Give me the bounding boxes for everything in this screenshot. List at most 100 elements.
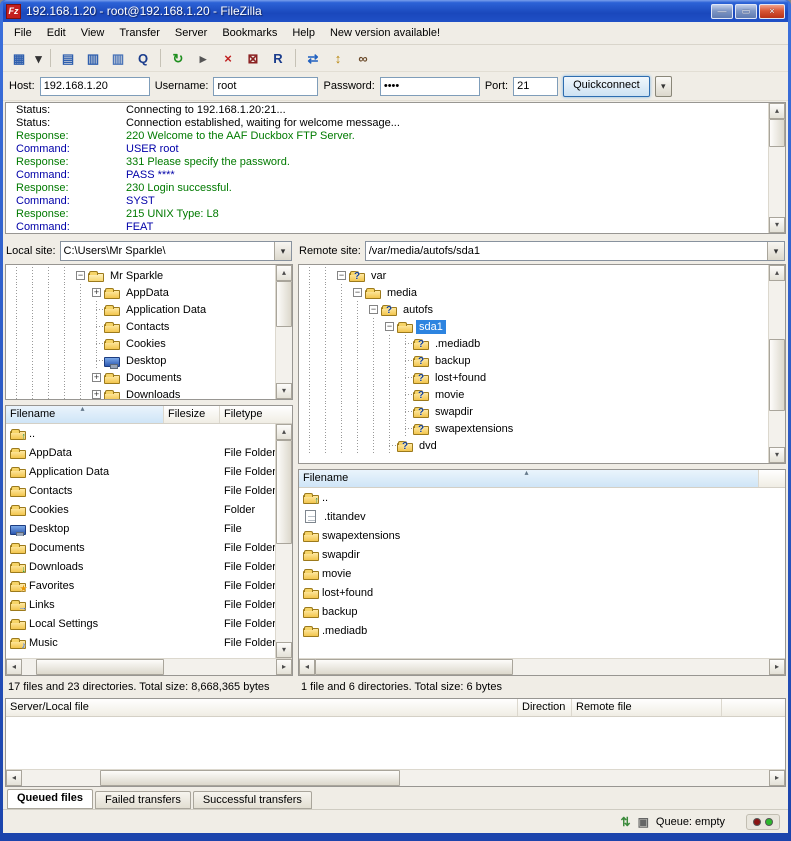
directory-comparison-status-icon[interactable]: ▣ [638,815,649,829]
queue-hscrollbar[interactable] [6,769,785,786]
toggle-transfer-queue-button[interactable]: Q [131,47,155,69]
collapse-icon[interactable] [337,271,346,280]
process-queue-button[interactable]: ▸ [191,47,215,69]
local-tree-item-cookies[interactable]: Cookies [8,335,274,352]
scroll-right-button[interactable] [769,659,785,675]
local-file-row-music[interactable]: MusicFile Folder [6,633,292,652]
column-header-remote-file[interactable]: Remote file [572,699,722,716]
collapse-icon[interactable] [385,322,394,331]
minimize-button[interactable]: — [711,4,733,19]
local-file-row-local-settings[interactable]: Local SettingsFile Folder [6,614,292,633]
remote-file-row-movie[interactable]: movie [299,564,785,583]
local-file-row-application-data[interactable]: Application DataFile Folder [6,462,292,481]
remote-tree-item-lost-found[interactable]: lost+found [301,369,767,386]
expand-icon[interactable] [92,373,101,382]
expand-icon[interactable] [92,288,101,297]
remote-tree-item-var[interactable]: var [301,267,767,284]
menu-item-view[interactable]: View [74,24,112,42]
password-input[interactable] [380,77,480,96]
collapse-icon[interactable] [76,271,85,280]
site-manager-button[interactable]: ▦ [7,47,31,69]
local-file-row-appdata[interactable]: AppDataFile Folder [6,443,292,462]
local-tree-scrollbar[interactable] [275,265,292,399]
expand-icon[interactable] [92,390,101,399]
scroll-thumb[interactable] [276,281,292,327]
scroll-track[interactable] [276,281,292,383]
column-header-filename[interactable]: Filename [6,406,164,423]
local-site-combo[interactable] [60,241,292,261]
menu-item-server[interactable]: Server [168,24,214,42]
local-file-row-favorites[interactable]: FavoritesFile Folder [6,576,292,595]
scroll-right-button[interactable] [769,770,785,786]
local-tree-item-documents[interactable]: Documents [8,369,274,386]
scroll-track[interactable] [315,659,769,675]
scroll-down-button[interactable] [276,383,292,399]
scroll-down-button[interactable] [769,217,785,233]
maximize-button[interactable]: ▭ [735,4,757,19]
column-header-filetype[interactable]: Filetype [220,406,292,423]
menu-item-file[interactable]: File [7,24,39,42]
scroll-thumb[interactable] [36,659,164,675]
scroll-track[interactable] [769,119,785,217]
column-header-direction[interactable]: Direction [518,699,572,716]
disconnect-button[interactable]: ⊠ [241,47,265,69]
remote-file-row-[interactable]: .. [299,488,785,507]
local-tree-item-contacts[interactable]: Contacts [8,318,274,335]
scroll-up-button[interactable] [276,424,292,440]
local-file-row-contacts[interactable]: ContactsFile Folder [6,481,292,500]
reconnect-button[interactable]: R [266,47,290,69]
scroll-thumb[interactable] [769,119,785,147]
remote-tree-item-movie[interactable]: movie [301,386,767,403]
site-manager-dropdown-button[interactable]: ▾ [32,47,45,69]
collapse-icon[interactable] [369,305,378,314]
local-list-hscrollbar[interactable] [6,658,292,675]
menu-item-help[interactable]: Help [285,24,322,42]
scroll-track[interactable] [769,281,785,447]
remote-tree-item-swapdir[interactable]: swapdir [301,403,767,420]
find-files-button[interactable]: ∞ [351,47,375,69]
column-header-filesize[interactable]: Filesize [164,406,220,423]
toggle-message-log-button[interactable]: ▤ [56,47,80,69]
collapse-icon[interactable] [353,288,362,297]
remote-tree-item-dvd[interactable]: dvd [301,437,767,454]
tab-successful-transfers[interactable]: Successful transfers [193,791,312,809]
tab-queued-files[interactable]: Queued files [7,789,93,809]
local-list-scrollbar[interactable] [275,424,292,658]
tab-failed-transfers[interactable]: Failed transfers [95,791,191,809]
synchronized-browsing-button[interactable]: ↕ [326,47,350,69]
toggle-remote-tree-button[interactable]: ▥ [106,47,130,69]
remote-file-row-swapdir[interactable]: swapdir [299,545,785,564]
remote-tree-item-sda1[interactable]: sda1 [301,318,767,335]
host-input[interactable] [40,77,150,96]
local-file-row-[interactable]: .. [6,424,292,443]
remote-file-row-lost-found[interactable]: lost+found [299,583,785,602]
remote-file-row-mediadb[interactable]: .mediadb [299,621,785,640]
local-tree-item-appdata[interactable]: AppData [8,284,274,301]
local-file-row-cookies[interactable]: CookiesFolder [6,500,292,519]
toggle-local-tree-button[interactable]: ▥ [81,47,105,69]
quickconnect-dropdown-button[interactable] [655,76,672,97]
remote-path-input[interactable] [366,242,767,260]
remote-tree-item-swapextensions[interactable]: swapextensions [301,420,767,437]
combo-dropdown-icon[interactable] [767,242,784,260]
column-header-filename[interactable]: Filename [299,470,759,487]
combo-dropdown-icon[interactable] [274,242,291,260]
remote-file-row-titandev[interactable]: .titandev [299,507,785,526]
scroll-track[interactable] [276,440,292,642]
menu-item-transfer[interactable]: Transfer [112,24,167,42]
scroll-track[interactable] [22,770,769,786]
local-tree-item-desktop[interactable]: Desktop [8,352,274,369]
local-file-row-desktop[interactable]: DesktopFile [6,519,292,538]
scroll-left-button[interactable] [299,659,315,675]
title-bar[interactable]: Fz 192.168.1.20 - root@192.168.1.20 - Fi… [3,0,788,22]
menu-item-new-version-available[interactable]: New version available! [323,24,447,42]
local-file-row-links[interactable]: LinksFile Folder [6,595,292,614]
quickconnect-button[interactable]: Quickconnect [563,76,650,97]
menu-item-edit[interactable]: Edit [40,24,73,42]
menu-item-bookmarks[interactable]: Bookmarks [215,24,284,42]
local-path-input[interactable] [61,242,274,260]
remote-list-hscrollbar[interactable] [299,658,785,675]
port-input[interactable] [513,77,558,96]
scroll-up-button[interactable] [769,103,785,119]
scroll-left-button[interactable] [6,659,22,675]
